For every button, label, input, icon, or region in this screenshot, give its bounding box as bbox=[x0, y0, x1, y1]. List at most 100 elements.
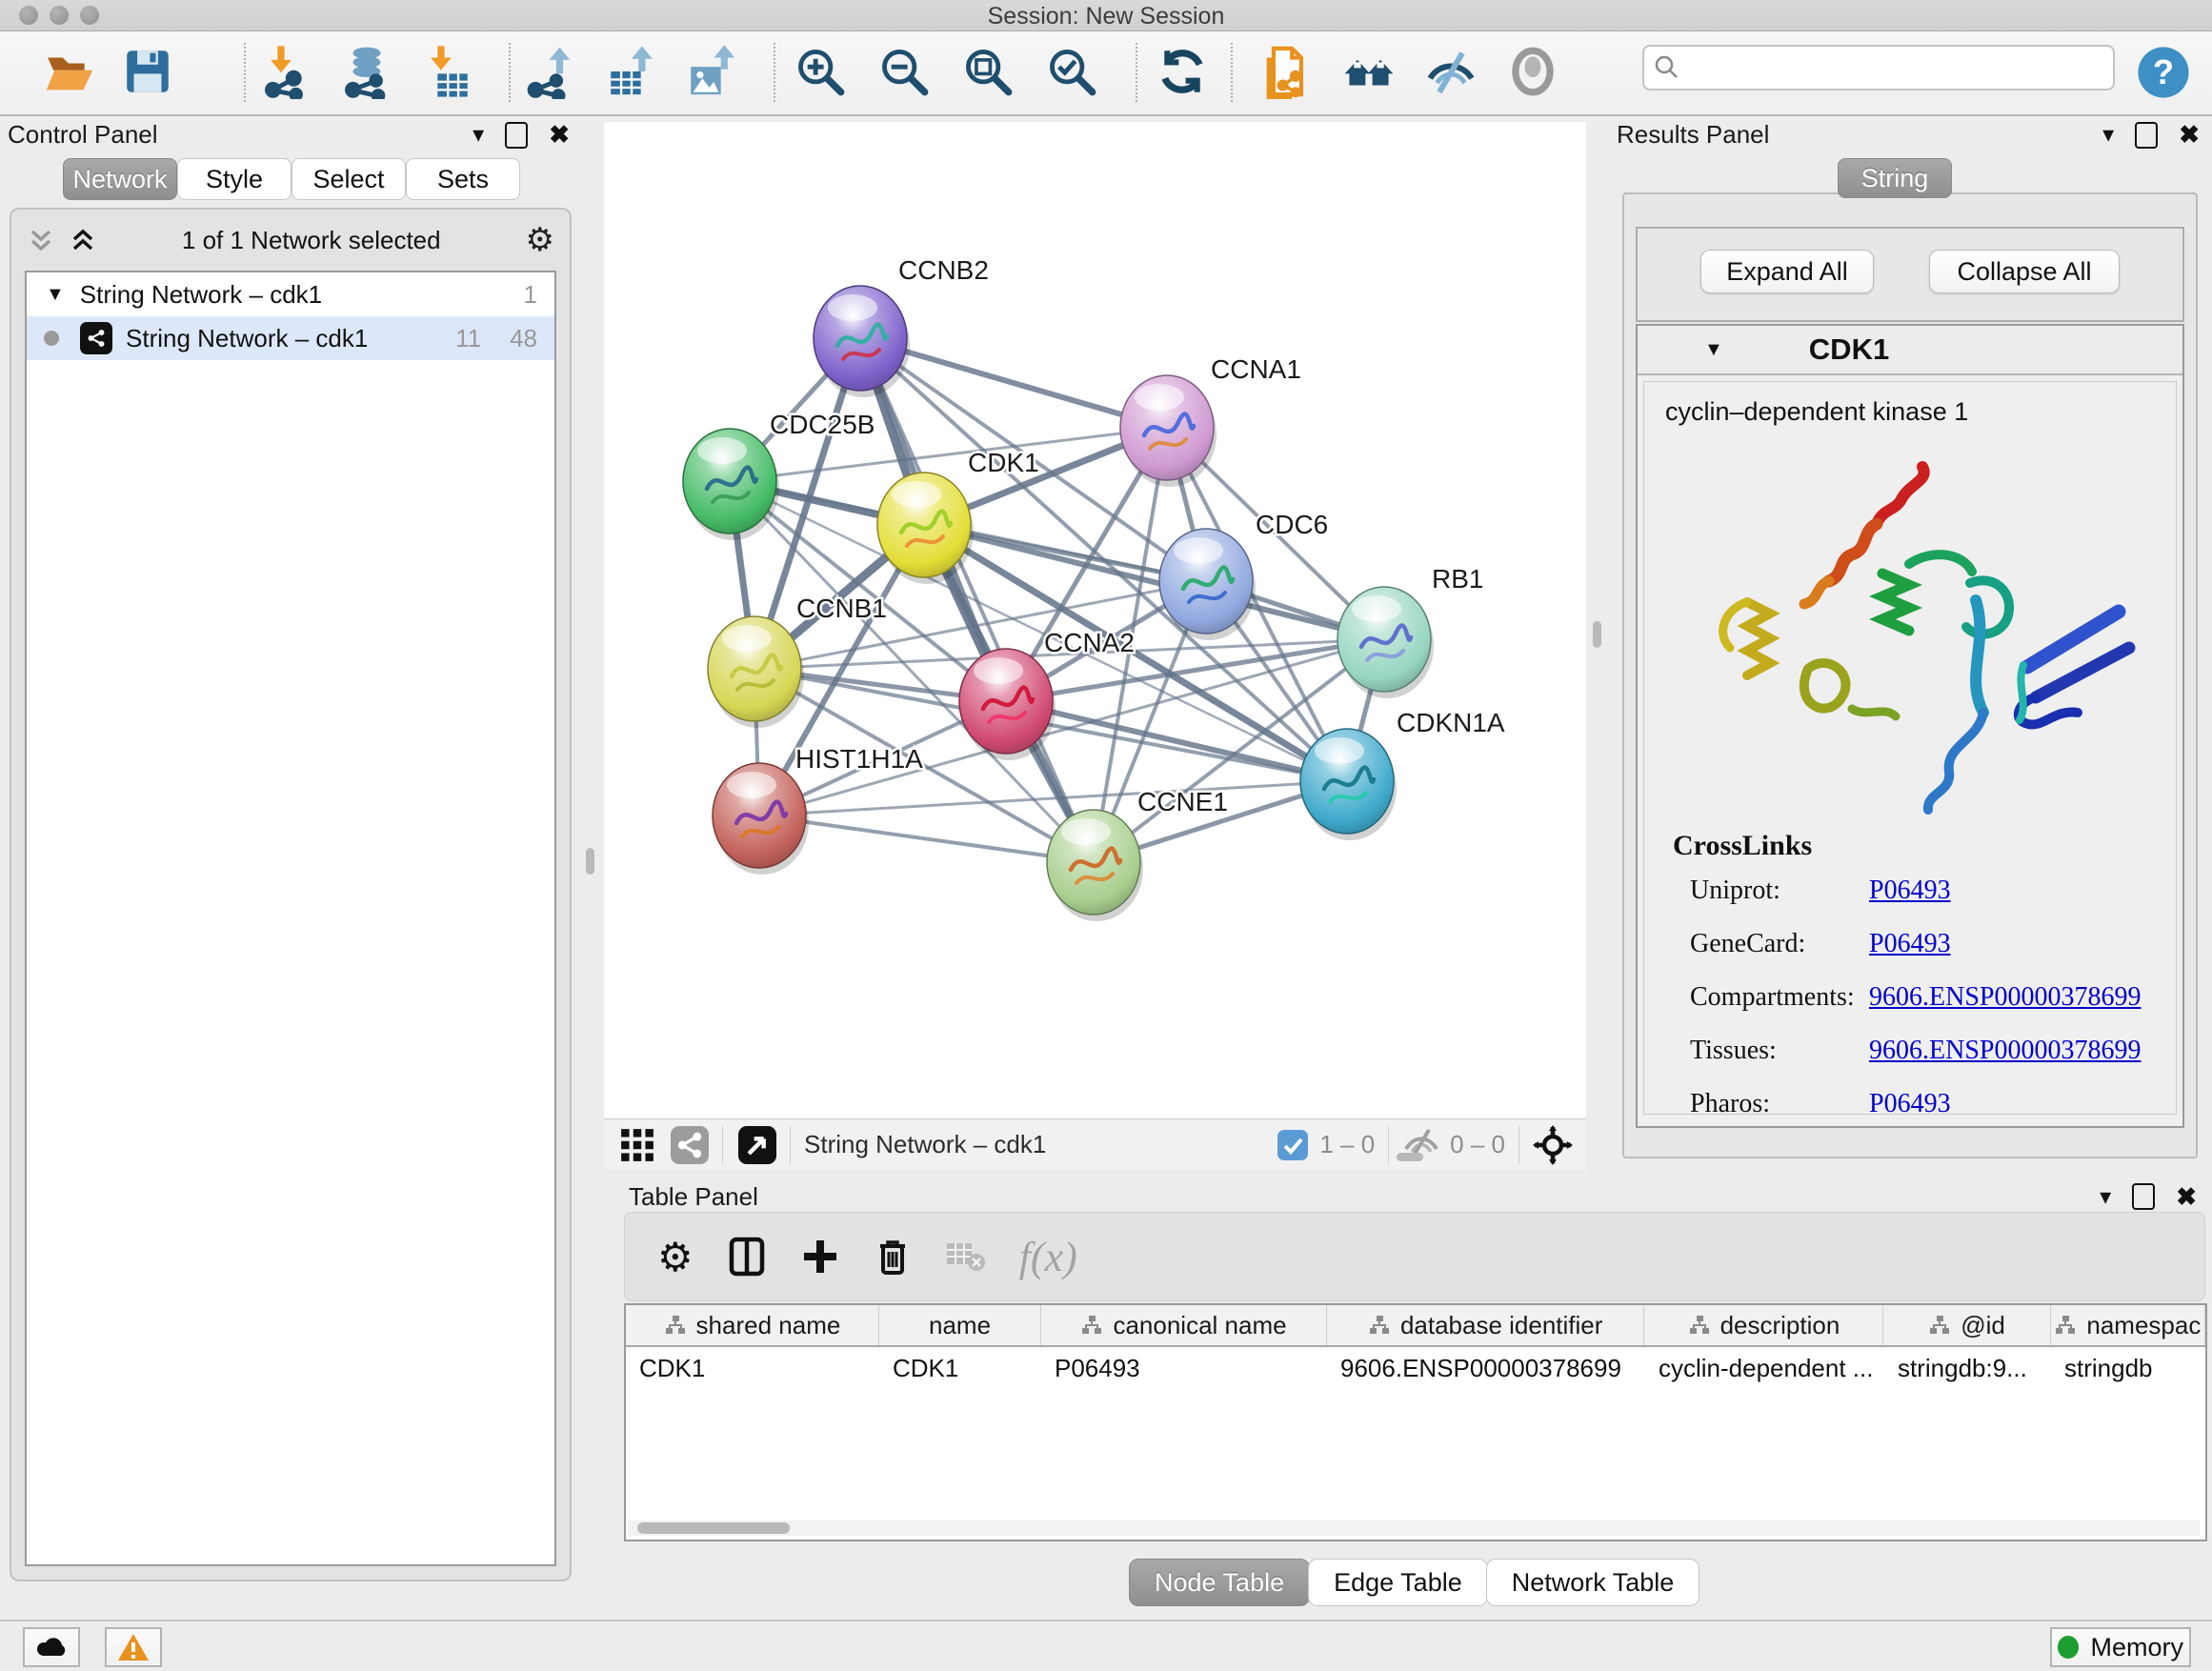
network-node-RB1[interactable]: RB1 bbox=[1337, 564, 1483, 698]
cloud-status-button[interactable] bbox=[23, 1627, 80, 1667]
help-button[interactable]: ? bbox=[2136, 45, 2185, 94]
table-cell[interactable]: 9606.ENSP00000378699 bbox=[1327, 1354, 1645, 1383]
import-string-network-button[interactable] bbox=[1254, 41, 1317, 104]
network-collection-row[interactable]: ▼ String Network – cdk1 1 bbox=[27, 272, 554, 316]
export-image-button[interactable] bbox=[680, 41, 743, 104]
expand-all-icon[interactable] bbox=[69, 226, 97, 254]
network-node-HIST1H1A[interactable]: HIST1H1A bbox=[713, 744, 923, 875]
control-panel-menu-icon[interactable]: ▾ bbox=[473, 121, 484, 149]
delete-table-icon bbox=[945, 1239, 987, 1274]
home-button[interactable] bbox=[1337, 41, 1400, 104]
node-label-HIST1H1A: HIST1H1A bbox=[795, 744, 923, 774]
right-splitter-handle[interactable] bbox=[1593, 621, 1601, 648]
tab-network-table[interactable]: Network Table bbox=[1486, 1559, 1700, 1606]
column-header-description[interactable]: description bbox=[1644, 1305, 1883, 1345]
column-header-canonical-name[interactable]: canonical name bbox=[1041, 1305, 1327, 1345]
network-view-title: String Network – cdk1 bbox=[804, 1130, 1046, 1159]
search-input[interactable] bbox=[1686, 49, 2100, 83]
crosslink-genecard-link[interactable]: P06493 bbox=[1869, 929, 1951, 959]
import-network-database-button[interactable] bbox=[335, 41, 398, 104]
network-options-gear-icon[interactable]: ⚙ bbox=[526, 221, 554, 259]
results-panel-close-icon[interactable]: ✖ bbox=[2179, 120, 2200, 150]
control-panel-close-icon[interactable]: ✖ bbox=[549, 120, 570, 150]
tab-sets[interactable]: Sets bbox=[406, 158, 520, 200]
tab-select[interactable]: Select bbox=[292, 158, 406, 200]
import-table-file-button[interactable] bbox=[415, 41, 478, 104]
delete-column-icon[interactable] bbox=[873, 1237, 913, 1277]
zoom-selected-button[interactable] bbox=[1040, 41, 1103, 104]
network-list: ▼ String Network – cdk1 1 String Network… bbox=[25, 271, 556, 1566]
import-network-file-button[interactable] bbox=[255, 41, 318, 104]
node-label-CDKN1A: CDKN1A bbox=[1397, 708, 1505, 737]
table-row[interactable]: CDK1CDK1P064939606.ENSP00000378699cyclin… bbox=[626, 1347, 2205, 1389]
table-panel-close-icon[interactable]: ✖ bbox=[2176, 1182, 2197, 1212]
table-cell[interactable]: CDK1 bbox=[626, 1354, 879, 1383]
expand-all-button[interactable]: Expand All bbox=[1700, 250, 1874, 293]
column-header-@id[interactable]: @id bbox=[1883, 1305, 2050, 1345]
results-panel-float-icon[interactable] bbox=[2135, 122, 2158, 149]
table-horizontal-scrollbar[interactable] bbox=[628, 1520, 2200, 1536]
table-toolbar: ⚙ f(x) bbox=[624, 1212, 2205, 1301]
show-columns-icon[interactable] bbox=[726, 1236, 768, 1278]
column-header-database-identifier[interactable]: database identifier bbox=[1327, 1305, 1645, 1345]
open-session-button[interactable] bbox=[38, 41, 101, 104]
network-edge[interactable] bbox=[1006, 701, 1347, 781]
application-window: { "icons": {"gear":"⚙","tri_down":"▾","c… bbox=[0, 0, 2212, 1671]
memory-button[interactable]: Memory bbox=[2050, 1627, 2191, 1667]
crosslink-uniprot-link[interactable]: P06493 bbox=[1869, 876, 1951, 906]
tab-edge-table[interactable]: Edge Table bbox=[1308, 1559, 1488, 1606]
refresh-layout-button[interactable] bbox=[1151, 41, 1214, 104]
tab-style[interactable]: Style bbox=[177, 158, 292, 200]
crosslink-row: Uniprot:P06493 bbox=[1690, 876, 2176, 906]
network-node-CCNE1[interactable]: CCNE1 bbox=[1047, 787, 1228, 921]
zoom-fit-button[interactable] bbox=[956, 41, 1019, 104]
selected-checkbox-icon[interactable] bbox=[1277, 1130, 1308, 1160]
export-table-button[interactable] bbox=[600, 41, 663, 104]
table-cell[interactable]: stringdb bbox=[2051, 1354, 2205, 1383]
network-row-selected[interactable]: String Network – cdk1 11 48 bbox=[27, 316, 554, 360]
network-node-CCNB1[interactable]: CCNB1 bbox=[708, 594, 887, 728]
collapse-all-icon[interactable] bbox=[27, 226, 55, 254]
add-column-icon[interactable] bbox=[800, 1237, 840, 1277]
warnings-button[interactable] bbox=[105, 1627, 162, 1667]
save-session-button[interactable] bbox=[116, 41, 179, 104]
column-header-namespac[interactable]: namespac bbox=[2051, 1305, 2205, 1345]
table-cell[interactable]: CDK1 bbox=[879, 1354, 1041, 1383]
control-panel-float-icon[interactable] bbox=[505, 122, 528, 149]
export-network-button[interactable] bbox=[520, 41, 583, 104]
zoom-out-button[interactable] bbox=[873, 41, 935, 104]
birdseye-view-icon[interactable] bbox=[738, 1126, 776, 1164]
tab-network[interactable]: Network bbox=[63, 158, 177, 200]
tab-string[interactable]: String bbox=[1838, 158, 1952, 198]
node-label-CCNE1: CCNE1 bbox=[1137, 787, 1228, 816]
share-view-icon[interactable] bbox=[671, 1126, 709, 1164]
results-panel-menu-icon[interactable]: ▾ bbox=[2102, 121, 2114, 149]
table-settings-gear-icon[interactable]: ⚙ bbox=[657, 1234, 694, 1280]
crosslink-tissues-link[interactable]: 9606.ENSP00000378699 bbox=[1869, 1036, 2141, 1066]
horizontal-splitter-handle[interactable] bbox=[1397, 1153, 1423, 1161]
crosslink-pharos-link[interactable]: P06493 bbox=[1869, 1089, 1951, 1115]
table-cell[interactable]: P06493 bbox=[1041, 1354, 1327, 1383]
zoom-in-button[interactable] bbox=[789, 41, 852, 104]
column-header-shared-name[interactable]: shared name bbox=[626, 1305, 879, 1345]
control-panel: Control Panel ▾ ✖ NetworkStyleSelectSets… bbox=[8, 120, 579, 1578]
collapse-all-button[interactable]: Collapse All bbox=[1929, 250, 2120, 293]
network-canvas[interactable]: CCNB2CCNA1CDC25BCDK1CDC6RB1CCNB1CCNA2CDK… bbox=[604, 122, 1586, 1118]
tab-node-table[interactable]: Node Table bbox=[1129, 1559, 1310, 1606]
network-node-CDKN1A[interactable]: CDKN1A bbox=[1300, 708, 1505, 840]
hide-unhide-icon-button[interactable] bbox=[1419, 41, 1482, 104]
column-header-name[interactable]: name bbox=[879, 1305, 1041, 1345]
table-panel-menu-icon[interactable]: ▾ bbox=[2100, 1183, 2111, 1211]
network-node-CCNA1[interactable]: CCNA1 bbox=[1120, 354, 1301, 487]
grid-view-icon[interactable] bbox=[619, 1127, 655, 1163]
table-panel-float-icon[interactable] bbox=[2132, 1183, 2155, 1210]
pan-crosshair-icon[interactable] bbox=[1533, 1125, 1573, 1165]
gene-expander-icon[interactable]: ▼ bbox=[1704, 339, 1723, 361]
tree-expander-icon[interactable]: ▼ bbox=[46, 284, 65, 306]
table-cell[interactable]: cyclin-dependent ... bbox=[1645, 1354, 1884, 1383]
table-cell[interactable]: stringdb:9... bbox=[1884, 1354, 2051, 1383]
show-details-eye-button[interactable] bbox=[1501, 41, 1564, 104]
left-splitter-handle[interactable] bbox=[586, 848, 594, 875]
crosslink-compartments-link[interactable]: 9606.ENSP00000378699 bbox=[1869, 982, 2141, 1013]
network-edge[interactable] bbox=[759, 815, 1094, 862]
